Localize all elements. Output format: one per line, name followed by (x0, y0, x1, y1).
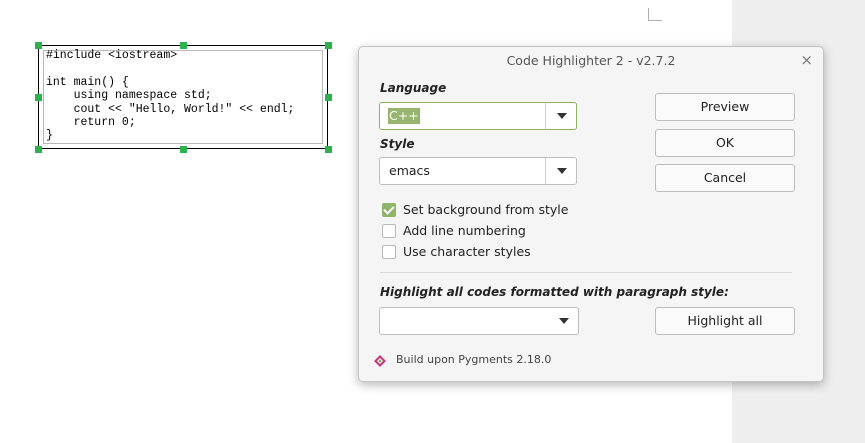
checkbox-line-numbering[interactable] (382, 224, 396, 238)
divider (380, 272, 792, 273)
footer-text: Build upon Pygments 2.18.0 (396, 353, 552, 366)
checkbox-label: Set background from style (403, 202, 569, 217)
combo-separator (545, 103, 546, 129)
pygments-logo-icon (374, 355, 386, 367)
checkbox-character-styles[interactable] (382, 245, 396, 259)
paragraph-style-combobox[interactable] (379, 307, 579, 335)
chevron-down-icon[interactable] (557, 113, 567, 119)
selection-handle-bottom-right[interactable] (325, 146, 332, 153)
checkbox-label: Add line numbering (403, 223, 526, 238)
ok-button[interactable]: OK (655, 129, 795, 157)
page-margin-marker (648, 8, 662, 21)
checkbox-label: Use character styles (403, 244, 531, 259)
paragraph-style-label: Highlight all codes formatted with parag… (380, 285, 729, 299)
preview-button[interactable]: Preview (655, 93, 795, 121)
selection-handle-bottom-center[interactable] (180, 146, 187, 153)
selection-handle-top-right[interactable] (325, 42, 332, 49)
close-icon[interactable]: × (800, 47, 813, 75)
style-combobox[interactable]: emacs (379, 157, 577, 185)
selection-handle-top-left[interactable] (35, 42, 42, 49)
language-combobox[interactable]: C++ (379, 102, 577, 130)
code-highlighter-dialog: Code Highlighter 2 - v2.7.2 × Language C… (358, 46, 824, 382)
language-value: C++ (388, 108, 420, 124)
selection-handle-top-center[interactable] (180, 42, 187, 49)
selection-handle-bottom-left[interactable] (35, 146, 42, 153)
chevron-down-icon[interactable] (557, 168, 567, 174)
highlight-all-button[interactable]: Highlight all (655, 307, 795, 335)
dialog-title: Code Highlighter 2 - v2.7.2 (506, 53, 676, 68)
style-value: emacs (389, 163, 430, 178)
selection-handle-middle-left[interactable] (35, 94, 42, 101)
code-block-text[interactable]: #include <iostream> int main() { using n… (46, 49, 294, 143)
selection-handle-middle-right[interactable] (325, 94, 332, 101)
style-label: Style (380, 137, 415, 151)
checkbox-background-from-style[interactable] (382, 203, 396, 217)
cancel-button[interactable]: Cancel (655, 164, 795, 192)
chevron-down-icon[interactable] (559, 318, 569, 324)
language-label: Language (380, 81, 447, 95)
combo-separator (545, 158, 546, 184)
